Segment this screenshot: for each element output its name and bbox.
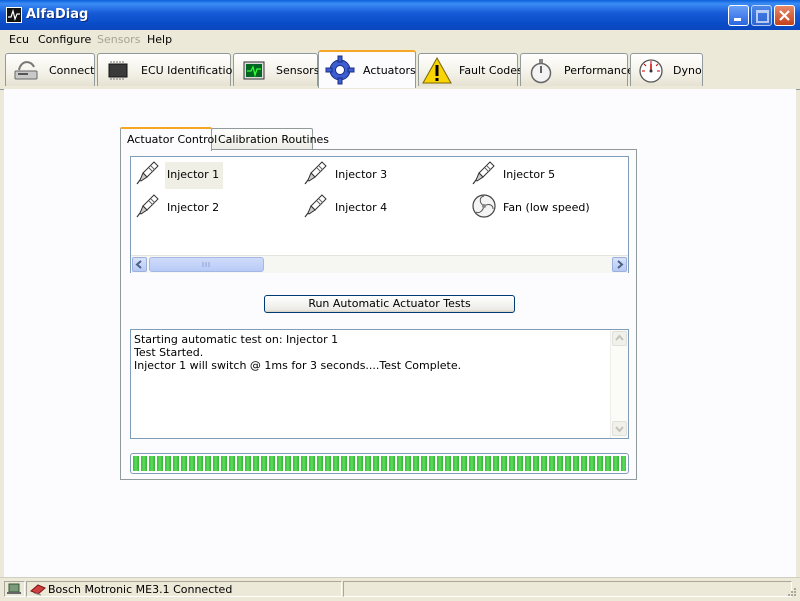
scroll-left-button[interactable] xyxy=(132,257,147,272)
window-title: AlfaDiag xyxy=(26,7,89,22)
connect-icon xyxy=(14,61,38,80)
gauge-icon xyxy=(639,59,663,83)
gear-icon xyxy=(325,55,355,85)
tab-dyno[interactable]: Dyno xyxy=(630,53,703,86)
injector-icon xyxy=(304,194,327,218)
scroll-down-button[interactable] xyxy=(612,421,627,436)
scroll-right-button[interactable] xyxy=(612,257,627,272)
tab-actuator-control[interactable]: Actuator Control xyxy=(120,127,217,151)
status-bar: Bosch Motronic ME3.1 Connected xyxy=(0,577,800,601)
oscilloscope-icon xyxy=(243,61,265,80)
chip-icon xyxy=(108,61,128,80)
actuator-item-fan-low-speed[interactable]: Fan (low speed) xyxy=(471,193,621,221)
actuator-item-injector-1[interactable]: Injector 1 xyxy=(135,160,295,189)
actuator-item-injector-4[interactable]: Injector 4 xyxy=(303,193,463,221)
scroll-thumb[interactable] xyxy=(149,257,264,272)
injector-icon xyxy=(304,161,327,185)
progress-fill xyxy=(133,456,626,471)
stopwatch-icon xyxy=(530,59,552,84)
test-log-textbox[interactable]: Starting automatic test on: Injector 1 T… xyxy=(130,329,629,439)
actuator-label: Injector 4 xyxy=(335,201,388,214)
tab-sensors[interactable]: Sensors xyxy=(233,53,320,86)
tab-performance[interactable]: Performance xyxy=(520,53,634,86)
actuator-item-injector-3[interactable]: Injector 3 xyxy=(303,160,463,188)
toolbar-tabstrip: Connect ECU Identification Sensors Actua… xyxy=(0,49,800,90)
tab-actuators[interactable]: Actuators xyxy=(318,50,416,88)
actuator-label: Injector 2 xyxy=(167,201,220,214)
menu-sensors[interactable]: Sensors xyxy=(97,33,140,46)
tab-label: Connect xyxy=(49,64,95,77)
run-automatic-tests-button[interactable]: Run Automatic Actuator Tests xyxy=(264,295,515,313)
tab-label: Performance xyxy=(564,64,634,77)
actuator-label: Injector 1 xyxy=(165,162,224,189)
tab-label: Fault Codes xyxy=(459,64,523,77)
test-progress-bar xyxy=(130,453,629,474)
tab-label: Dyno xyxy=(673,64,702,77)
warning-icon xyxy=(422,56,452,84)
scroll-up-button[interactable] xyxy=(612,331,627,346)
tab-label: ECU Identification xyxy=(141,64,240,77)
actuator-label: Injector 5 xyxy=(503,168,556,181)
tab-label: Calibration Routines xyxy=(218,133,330,146)
actuator-label: Fan (low speed) xyxy=(503,201,590,214)
maximize-button[interactable] xyxy=(751,5,772,26)
network-icon xyxy=(7,583,21,594)
ecu-connected-icon xyxy=(30,584,46,596)
tab-calibration-routines[interactable]: Calibration Routines xyxy=(211,128,329,150)
tab-label: Actuators xyxy=(363,64,416,77)
tab-label: Actuator Control xyxy=(127,133,218,146)
app-icon xyxy=(6,7,22,23)
menu-ecu[interactable]: Ecu xyxy=(9,33,29,46)
tab-fault-codes[interactable]: Fault Codes xyxy=(418,53,523,86)
actuator-list-hscrollbar[interactable] xyxy=(131,255,628,273)
log-line: Injector 1 will switch @ 1ms for 3 secon… xyxy=(134,359,462,372)
actuator-item-injector-2[interactable]: Injector 2 xyxy=(135,193,295,221)
resize-grip-icon[interactable] xyxy=(786,586,798,598)
actuator-label: Injector 3 xyxy=(335,168,388,181)
status-cell-icon xyxy=(4,581,25,597)
minimize-button[interactable] xyxy=(728,5,749,26)
tab-label: Sensors xyxy=(276,64,320,77)
title-bar[interactable]: AlfaDiag xyxy=(0,0,800,30)
actuator-item-injector-5[interactable]: Injector 5 xyxy=(471,160,621,188)
status-cell-blank xyxy=(343,581,792,597)
status-text: Bosch Motronic ME3.1 Connected xyxy=(48,583,233,596)
injector-icon xyxy=(136,161,159,185)
injector-icon xyxy=(136,194,159,218)
log-line: Test Started. xyxy=(134,346,204,359)
injector-icon xyxy=(472,161,495,185)
fan-icon xyxy=(472,194,496,218)
close-button[interactable] xyxy=(774,5,795,26)
log-line: Starting automatic test on: Injector 1 xyxy=(134,333,339,346)
log-vscrollbar[interactable] xyxy=(610,330,628,438)
menu-help[interactable]: Help xyxy=(147,33,172,46)
tab-connect[interactable]: Connect xyxy=(5,53,95,86)
menu-bar: Ecu Configure Sensors Help xyxy=(0,30,800,49)
tab-ecu-identification[interactable]: ECU Identification xyxy=(97,53,239,86)
menu-configure[interactable]: Configure xyxy=(38,33,91,46)
